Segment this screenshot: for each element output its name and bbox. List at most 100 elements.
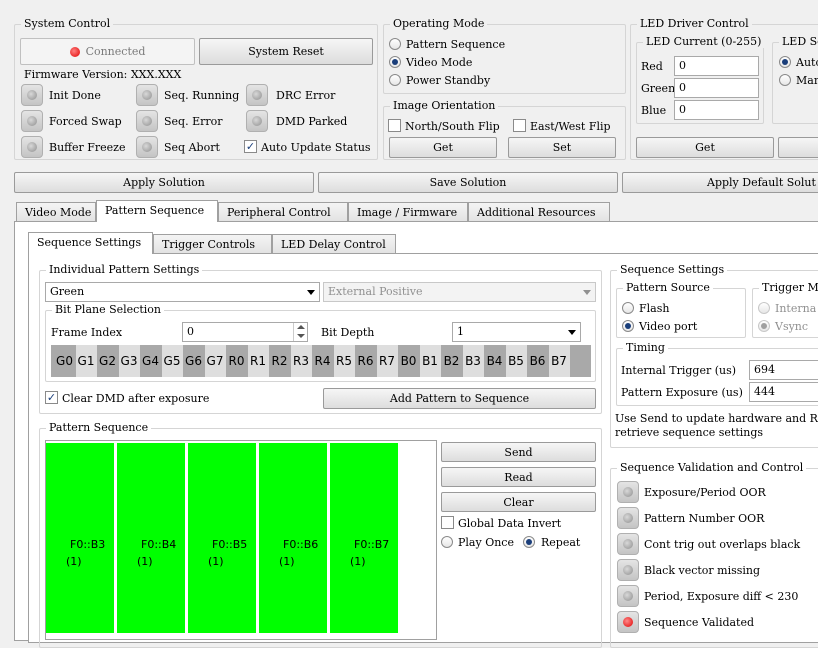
bit-plane-g5[interactable]: G5 [161,345,183,377]
led-set-button[interactable] [778,137,818,158]
bit-depth-select[interactable]: 1 [452,322,581,342]
pattern-tile[interactable]: F0::B3 (1) [46,443,116,633]
internal-trigger-radio[interactable] [758,302,770,314]
spinner-arrows-icon[interactable] [293,323,307,341]
apply-solution-button[interactable]: Apply Solution [14,172,314,193]
bit-plane-r3[interactable]: R3 [290,345,312,377]
bit-plane-r6[interactable]: R6 [355,345,376,377]
red-current-field[interactable]: 0 [674,56,759,76]
pattern-sequence-list[interactable]: F0::B3 (1) F0::B4 (1) F0::B5 (1) F0::B6 (1) F0::… [45,440,437,640]
led-select-title: LED Se [779,35,818,48]
pattern-tile[interactable]: F0::B6 (1) [259,443,329,633]
clear-button[interactable]: Clear [441,492,596,512]
clear-dmd-checkbox[interactable]: ✓ [45,391,58,404]
bit-plane-g0[interactable]: G0 [54,345,75,377]
pattern-exposure-field[interactable]: 444 [749,382,818,402]
led-auto-radio[interactable] [779,56,791,68]
bit-plane-r0[interactable]: R0 [226,345,247,377]
bit-plane-b1[interactable]: B1 [419,345,441,377]
pattern-tile-name: F0::B3 [70,538,106,551]
video-mode-radio[interactable] [389,56,401,68]
validation-title: Sequence Validation and Control [617,461,807,474]
bit-plane-r5[interactable]: R5 [333,345,355,377]
ew-flip-checkbox[interactable] [513,119,526,132]
cont-trig-overlap-led [617,533,639,555]
bit-plane-b6[interactable]: B6 [527,345,548,377]
drc-error-led [246,84,268,106]
bit-plane-g3[interactable]: G3 [118,345,140,377]
led-get-button[interactable]: Get [636,137,774,158]
apply-default-solution-button[interactable]: Apply Default Solut [622,172,818,193]
tab-additional-resources[interactable]: Additional Resources [468,202,610,222]
pattern-tile-name: F0::B5 [212,538,248,551]
video-port-radio[interactable] [622,320,634,332]
orientation-set-button[interactable]: Set [508,137,616,158]
red-current-label: Red [641,60,663,73]
add-pattern-button[interactable]: Add Pattern to Sequence [323,388,596,409]
save-solution-label: Save Solution [429,176,507,189]
frame-index-field[interactable]: 0 [182,322,308,342]
ns-flip-checkbox[interactable] [388,119,401,132]
bit-plane-b3[interactable]: B3 [462,345,484,377]
global-invert-checkbox[interactable] [441,516,454,529]
pattern-tile[interactable]: F0::B7 (1) [330,443,400,633]
tab-video-mode[interactable]: Video Mode [16,202,96,222]
bit-plane-r7[interactable]: R7 [376,345,398,377]
init-done-led [21,84,43,106]
pattern-number-oor-led [617,507,639,529]
green-current-field[interactable]: 0 [674,78,759,98]
bit-plane-b4[interactable]: B4 [484,345,505,377]
bit-plane-b0[interactable]: B0 [398,345,419,377]
repeat-radio[interactable] [523,536,535,548]
bit-plane-g2[interactable]: G2 [97,345,118,377]
tab-pattern-sequence[interactable]: Pattern Sequence [96,200,218,222]
seq-running-label: Seq. Running [164,89,240,102]
internal-trigger-field[interactable]: 694 [749,360,818,380]
bit-plane-r2[interactable]: R2 [269,345,290,377]
orientation-get-button[interactable]: Get [389,137,497,158]
tab-peripheral-control[interactable]: Peripheral Control [218,202,348,222]
sequence-settings-title: Sequence Settings [617,263,728,276]
buffer-freeze-label: Buffer Freeze [49,141,126,154]
frame-index-label: Frame Index [51,326,123,339]
bit-plane-r4[interactable]: R4 [312,345,333,377]
blue-current-field[interactable]: 0 [674,100,759,120]
send-button[interactable]: Send [441,442,596,462]
trigger-mode-title: Trigger Mo [759,281,818,294]
tab-trigger-controls-label: Trigger Controls [162,238,256,251]
bit-plane-g4[interactable]: G4 [140,345,161,377]
send-label: Send [504,445,533,459]
bit-plane-g6[interactable]: G6 [183,345,204,377]
tab-led-delay-control[interactable]: LED Delay Control [272,234,396,254]
internal-trigger-label: Internal Trigger (us) [621,364,737,377]
bit-plane-b5[interactable]: B5 [505,345,527,377]
pattern-tile[interactable]: F0::B5 (1) [188,443,258,633]
black-vector-missing-led [617,559,639,581]
vsync-radio[interactable] [758,320,770,332]
chevron-down-icon [307,290,315,295]
power-standby-radio[interactable] [389,74,401,86]
bit-plane-g7[interactable]: G7 [204,345,226,377]
connected-button[interactable]: Connected [20,38,195,65]
pattern-tile[interactable]: F0::B4 (1) [117,443,187,633]
play-once-radio[interactable] [441,536,453,548]
repeat-label: Repeat [541,536,581,549]
bit-plane-r1[interactable]: R1 [247,345,269,377]
system-reset-button[interactable]: System Reset [199,38,373,65]
tab-sequence-settings[interactable]: Sequence Settings [28,232,153,254]
flash-radio[interactable] [622,302,634,314]
led-manual-label: Manu [796,74,818,87]
bit-plane-b7[interactable]: B7 [548,345,570,377]
pattern-sequence-radio[interactable] [389,38,401,50]
color-select[interactable]: Green [45,282,320,302]
bit-plane-g1[interactable]: G1 [75,345,97,377]
bit-plane-b2[interactable]: B2 [441,345,462,377]
read-button[interactable]: Read [441,467,596,487]
vsync-label: Vsync [775,320,809,333]
auto-update-checkbox[interactable]: ✓ [244,140,257,153]
tab-trigger-controls[interactable]: Trigger Controls [153,234,272,254]
led-manual-radio[interactable] [779,74,791,86]
ns-flip-label: North/South Flip [405,120,500,133]
save-solution-button[interactable]: Save Solution [318,172,618,193]
tab-image-firmware[interactable]: Image / Firmware [348,202,468,222]
